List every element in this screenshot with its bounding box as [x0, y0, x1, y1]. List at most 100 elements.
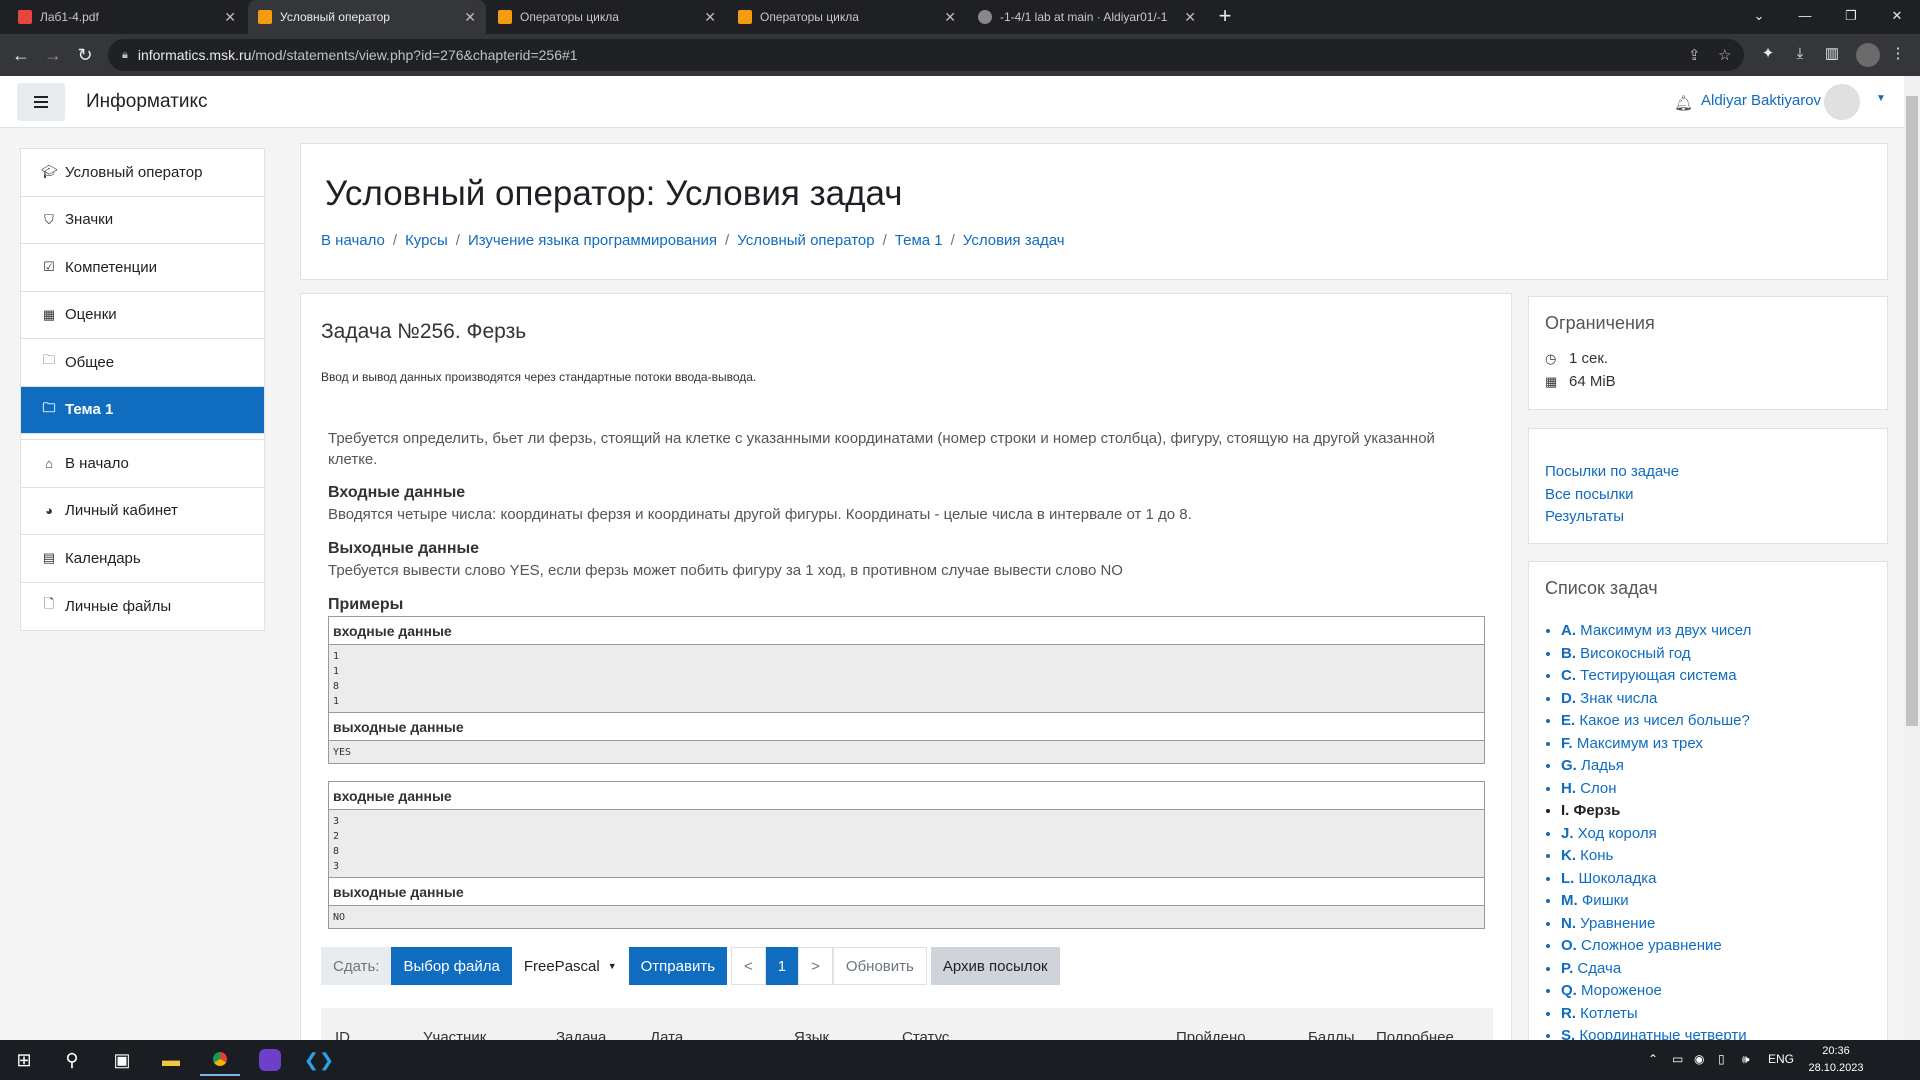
task-list-item[interactable]: Q. Мороженое — [1561, 980, 1751, 1003]
close-icon[interactable]: ✕ — [704, 9, 716, 26]
back-icon[interactable]: ← — [8, 42, 34, 68]
checkbox-icon: ☑ — [43, 259, 55, 275]
close-icon[interactable]: ✕ — [944, 9, 956, 26]
tab-search-icon[interactable]: ⌄ — [1736, 0, 1782, 34]
close-icon[interactable]: ✕ — [224, 9, 236, 26]
task-list-item[interactable]: A. Максимум из двух чисел — [1561, 620, 1751, 643]
task-letter: G. — [1561, 757, 1577, 774]
site-brand[interactable]: Информатикс — [86, 91, 207, 113]
network-icon[interactable]: ◉ — [1694, 1052, 1704, 1066]
nav-item-general[interactable]: 🗀︎ Общее — [21, 339, 264, 387]
bell-icon[interactable]: 🔔︎ — [1674, 94, 1693, 112]
prev-page-button[interactable]: < — [731, 947, 766, 985]
nav-item-topic-1[interactable]: 🗀︎ Тема 1 — [21, 386, 264, 434]
task-list-item[interactable]: N. Уравнение — [1561, 913, 1751, 936]
sample-output-label: выходные данные — [329, 878, 1484, 906]
user-name[interactable]: Aldiyar Baktiyarov — [1701, 92, 1821, 109]
scrollbar-thumb[interactable] — [1906, 96, 1918, 726]
browser-tab[interactable]: Лаб1-4.pdf ✕ — [8, 0, 246, 34]
share-icon[interactable]: ⇪ — [1688, 46, 1701, 64]
reload-icon[interactable]: ↻ — [72, 42, 98, 68]
menu-icon[interactable]: ⋮ — [1888, 44, 1908, 64]
vscode-icon[interactable]: ❮❯ — [299, 1044, 339, 1076]
breadcrumb-link[interactable]: Тема 1 — [895, 232, 943, 249]
nav-item-badges[interactable]: ⛉ Значки — [21, 197, 264, 244]
sidepanel-icon[interactable]: ▥ — [1822, 44, 1842, 64]
task-list-item[interactable]: O. Сложное уравнение — [1561, 935, 1751, 958]
task-letter: F. — [1561, 734, 1573, 752]
download-icon[interactable]: ⤓ — [1790, 44, 1810, 64]
choose-file-button[interactable]: Выбор файла — [391, 947, 512, 985]
chrome-icon[interactable] — [200, 1044, 240, 1076]
breadcrumb-link[interactable]: В начало — [321, 232, 385, 249]
input-language[interactable]: ENG — [1768, 1052, 1794, 1066]
search-icon[interactable]: ⚲ — [52, 1044, 92, 1076]
extensions-icon[interactable]: ✦ — [1758, 44, 1778, 64]
link-all-submissions[interactable]: Все посылки — [1545, 486, 1633, 503]
nav-item-competencies[interactable]: ☑ Компетенции — [21, 244, 264, 292]
breadcrumb-link[interactable]: Курсы — [405, 232, 448, 249]
task-list-item[interactable]: H. Слон — [1561, 778, 1751, 801]
store-icon[interactable]: ▣ — [102, 1044, 142, 1076]
task-list-item[interactable]: F. Максимум из трех — [1561, 733, 1751, 756]
system-clock[interactable]: 20:36 28.10.2023 — [1806, 1043, 1866, 1077]
task-list-item[interactable]: G. Ладья — [1561, 755, 1751, 778]
url-bar[interactable]: 🔒︎ informatics.msk.ru/mod/statements/vie… — [108, 39, 1744, 71]
next-page-button[interactable]: > — [798, 947, 833, 985]
task-list-item[interactable]: K. Конь — [1561, 845, 1751, 868]
tray-chevron-icon[interactable]: ⌃ — [1648, 1052, 1658, 1066]
breadcrumb-link[interactable]: Условный оператор — [737, 232, 874, 249]
nav-item-grades[interactable]: ▦ Оценки — [21, 292, 264, 339]
close-icon[interactable]: ✕ — [464, 9, 476, 26]
new-tab-button[interactable]: + — [1212, 5, 1238, 29]
close-icon[interactable]: ✕ — [1184, 9, 1196, 26]
hamburger-menu-button[interactable] — [17, 83, 65, 121]
battery-icon[interactable]: ▯ — [1718, 1052, 1725, 1066]
chevron-down-icon[interactable]: ▼ — [1876, 93, 1886, 104]
task-list-item[interactable]: R. Котлеты — [1561, 1003, 1751, 1026]
browser-tab[interactable]: Операторы цикла ✕ — [728, 0, 966, 34]
task-list-item[interactable]: L. Шоколадка — [1561, 868, 1751, 891]
forward-icon[interactable]: → — [40, 42, 66, 68]
task-list-item[interactable]: C. Тестирующая система — [1561, 665, 1751, 688]
nav-item-course[interactable]: 🎓︎ Условный оператор — [21, 149, 264, 197]
nav-item-private-files[interactable]: 🗋︎ Личные файлы — [21, 583, 264, 631]
volume-icon[interactable]: 🕪︎ — [1742, 1052, 1750, 1067]
browser-tab[interactable]: -1-4/1 lab at main · Aldiyar01/-1 ✕ — [968, 0, 1206, 34]
task-list-item[interactable]: B. Високосный год — [1561, 643, 1751, 666]
file-explorer-icon[interactable]: ▬ — [151, 1044, 191, 1076]
github-desktop-icon[interactable] — [250, 1044, 290, 1076]
task-list-item[interactable]: P. Сдача — [1561, 958, 1751, 981]
nav-item-dashboard[interactable]: ◕ Личный кабинет — [21, 488, 264, 535]
link-problem-submissions[interactable]: Посылки по задаче — [1545, 463, 1679, 480]
page-1-button[interactable]: 1 — [765, 947, 799, 985]
limits-card: Ограничения ◷ 1 сек. ▦ 64 MiB — [1528, 296, 1888, 410]
send-button[interactable]: Отправить — [628, 947, 728, 985]
task-list-item[interactable]: J. Ход короля — [1561, 823, 1751, 846]
task-list-item[interactable]: D. Знак числа — [1561, 688, 1751, 711]
breadcrumb-link[interactable]: Изучение языка программирования — [468, 232, 717, 249]
link-results[interactable]: Результаты — [1545, 508, 1624, 525]
profile-avatar[interactable] — [1856, 43, 1880, 67]
nav-item-home[interactable]: ⌂ В начало — [21, 440, 264, 488]
task-list-item[interactable]: S. Координатные четверти — [1561, 1025, 1751, 1040]
minimize-button[interactable]: — — [1782, 0, 1828, 34]
close-window-button[interactable]: ✕ — [1874, 0, 1920, 34]
user-avatar[interactable] — [1824, 84, 1860, 120]
nav-item-calendar[interactable]: ▤ Календарь — [21, 535, 264, 583]
task-list-item[interactable]: E. Какое из чисел больше? — [1561, 710, 1751, 733]
task-letter: K. — [1561, 847, 1576, 864]
windows-start-icon[interactable]: ⊞ — [4, 1044, 44, 1076]
browser-tab[interactable]: Операторы цикла ✕ — [488, 0, 726, 34]
breadcrumb-link[interactable]: Условия задач — [963, 232, 1065, 249]
restore-button[interactable]: ❐ — [1828, 0, 1874, 34]
task-list-item[interactable]: M. Фишки — [1561, 890, 1751, 913]
archive-button[interactable]: Архив посылок — [930, 947, 1060, 985]
task-list-title: Список задач — [1545, 578, 1658, 598]
star-icon[interactable]: ☆ — [1718, 46, 1731, 64]
display-icon[interactable]: ▭ — [1672, 1052, 1683, 1066]
browser-tab-active[interactable]: Условный оператор ✕ — [248, 0, 486, 34]
caret-down-icon: ▼ — [607, 961, 617, 971]
refresh-button[interactable]: Обновить — [832, 947, 927, 985]
language-select[interactable]: FreePascal ▼ — [511, 947, 629, 985]
